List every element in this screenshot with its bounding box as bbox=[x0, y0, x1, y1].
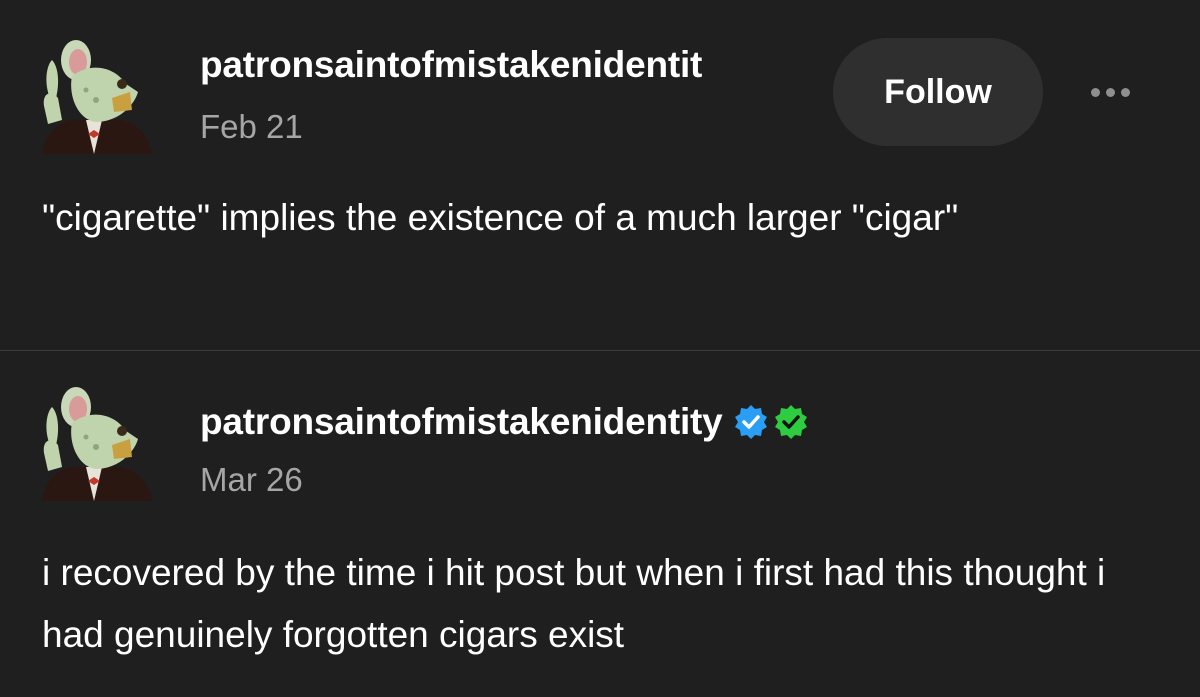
verified-check-icon bbox=[774, 405, 807, 439]
ellipsis-icon[interactable] bbox=[1078, 72, 1142, 112]
post-body: "cigarette" implies the existence of a m… bbox=[42, 197, 959, 238]
ellipsis-dot bbox=[1105, 87, 1115, 97]
follow-button[interactable]: Follow bbox=[833, 38, 1043, 146]
avatar[interactable] bbox=[38, 383, 152, 501]
ellipsis-dot bbox=[1120, 87, 1130, 97]
verified-badges bbox=[733, 404, 809, 440]
post: patronsaintofmistakenidentity Mar 26 i r… bbox=[0, 351, 1200, 697]
post-date: Feb 21 bbox=[200, 108, 303, 145]
avatar[interactable] bbox=[38, 36, 152, 154]
username-text[interactable]: patronsaintofmistakenidentity bbox=[200, 401, 723, 443]
ellipsis-dot bbox=[1090, 87, 1100, 97]
username[interactable]: patronsaintofmistakenidentity bbox=[200, 401, 809, 443]
post-date: Mar 26 bbox=[200, 461, 303, 498]
post: patronsaintofmistakenidentit Feb 21 Foll… bbox=[0, 0, 1200, 350]
username[interactable]: patronsaintofmistakenidentit bbox=[200, 44, 702, 86]
verified-check-icon bbox=[734, 405, 767, 439]
post-body: i recovered by the time i hit post but w… bbox=[42, 552, 1106, 655]
username-text[interactable]: patronsaintofmistakenidentit bbox=[200, 44, 702, 86]
